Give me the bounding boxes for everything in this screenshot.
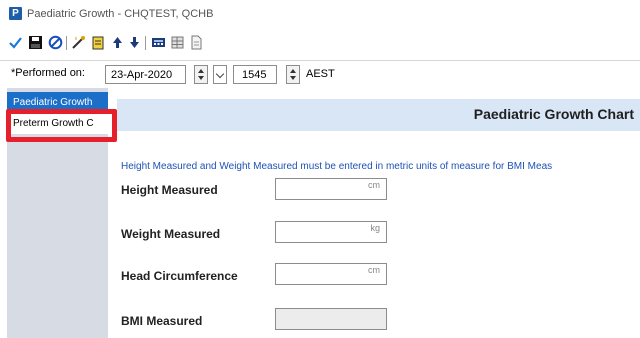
- window-title: Paediatric Growth - CHQTEST, QCHB: [27, 8, 214, 20]
- head-circumference-label: Head Circumference: [121, 269, 238, 283]
- app-icon: P: [9, 7, 22, 20]
- performed-on-label: *Performed on:: [11, 67, 85, 79]
- page-title: Paediatric Growth Chart: [473, 106, 634, 122]
- date-dropdown-button[interactable]: [213, 65, 227, 84]
- timezone-label: AEST: [306, 68, 335, 80]
- height-measured-input[interactable]: cm: [275, 178, 387, 200]
- notes-icon[interactable]: [91, 35, 106, 50]
- calculator-icon[interactable]: [151, 35, 166, 50]
- form-content: Paediatric Growth Chart Height Measured …: [117, 92, 640, 338]
- toolbar: [0, 30, 640, 56]
- instruction-text: Height Measured and Weight Measured must…: [121, 161, 553, 172]
- form-header: Paediatric Growth Chart: [117, 99, 640, 131]
- date-spinner[interactable]: [194, 65, 208, 84]
- bmi-measured-input: [275, 308, 387, 330]
- weight-measured-input[interactable]: kg: [275, 221, 387, 243]
- height-measured-label: Height Measured: [121, 183, 218, 197]
- title-bar: P Paediatric Growth - CHQTEST, QCHB: [0, 0, 640, 30]
- unit-label: cm: [368, 180, 380, 190]
- unit-label: kg: [370, 223, 380, 233]
- highlight-annotation: [6, 109, 117, 142]
- time-spinner[interactable]: [286, 65, 300, 84]
- toolbar-separator: [66, 36, 67, 50]
- toolbar-separator: [145, 36, 146, 50]
- spin-up-icon: [198, 69, 204, 73]
- document-icon[interactable]: [189, 35, 204, 50]
- spin-down-icon: [290, 76, 296, 80]
- cancel-icon[interactable]: [48, 35, 63, 50]
- spin-up-icon: [290, 69, 296, 73]
- arrow-up-icon[interactable]: [110, 35, 125, 50]
- arrow-down-icon[interactable]: [127, 35, 142, 50]
- chevron-down-icon: [215, 69, 225, 79]
- save-icon[interactable]: [28, 35, 43, 50]
- wand-icon[interactable]: [71, 35, 86, 50]
- table-icon[interactable]: [170, 35, 185, 50]
- performed-date-field[interactable]: 23-Apr-2020: [105, 65, 186, 84]
- check-icon[interactable]: [8, 35, 23, 50]
- performed-time-field[interactable]: 1545: [233, 65, 277, 84]
- spin-down-icon: [198, 76, 204, 80]
- bmi-measured-label: BMI Measured: [121, 314, 203, 328]
- weight-measured-label: Weight Measured: [121, 227, 221, 241]
- head-circumference-input[interactable]: cm: [275, 263, 387, 285]
- unit-label: cm: [368, 265, 380, 275]
